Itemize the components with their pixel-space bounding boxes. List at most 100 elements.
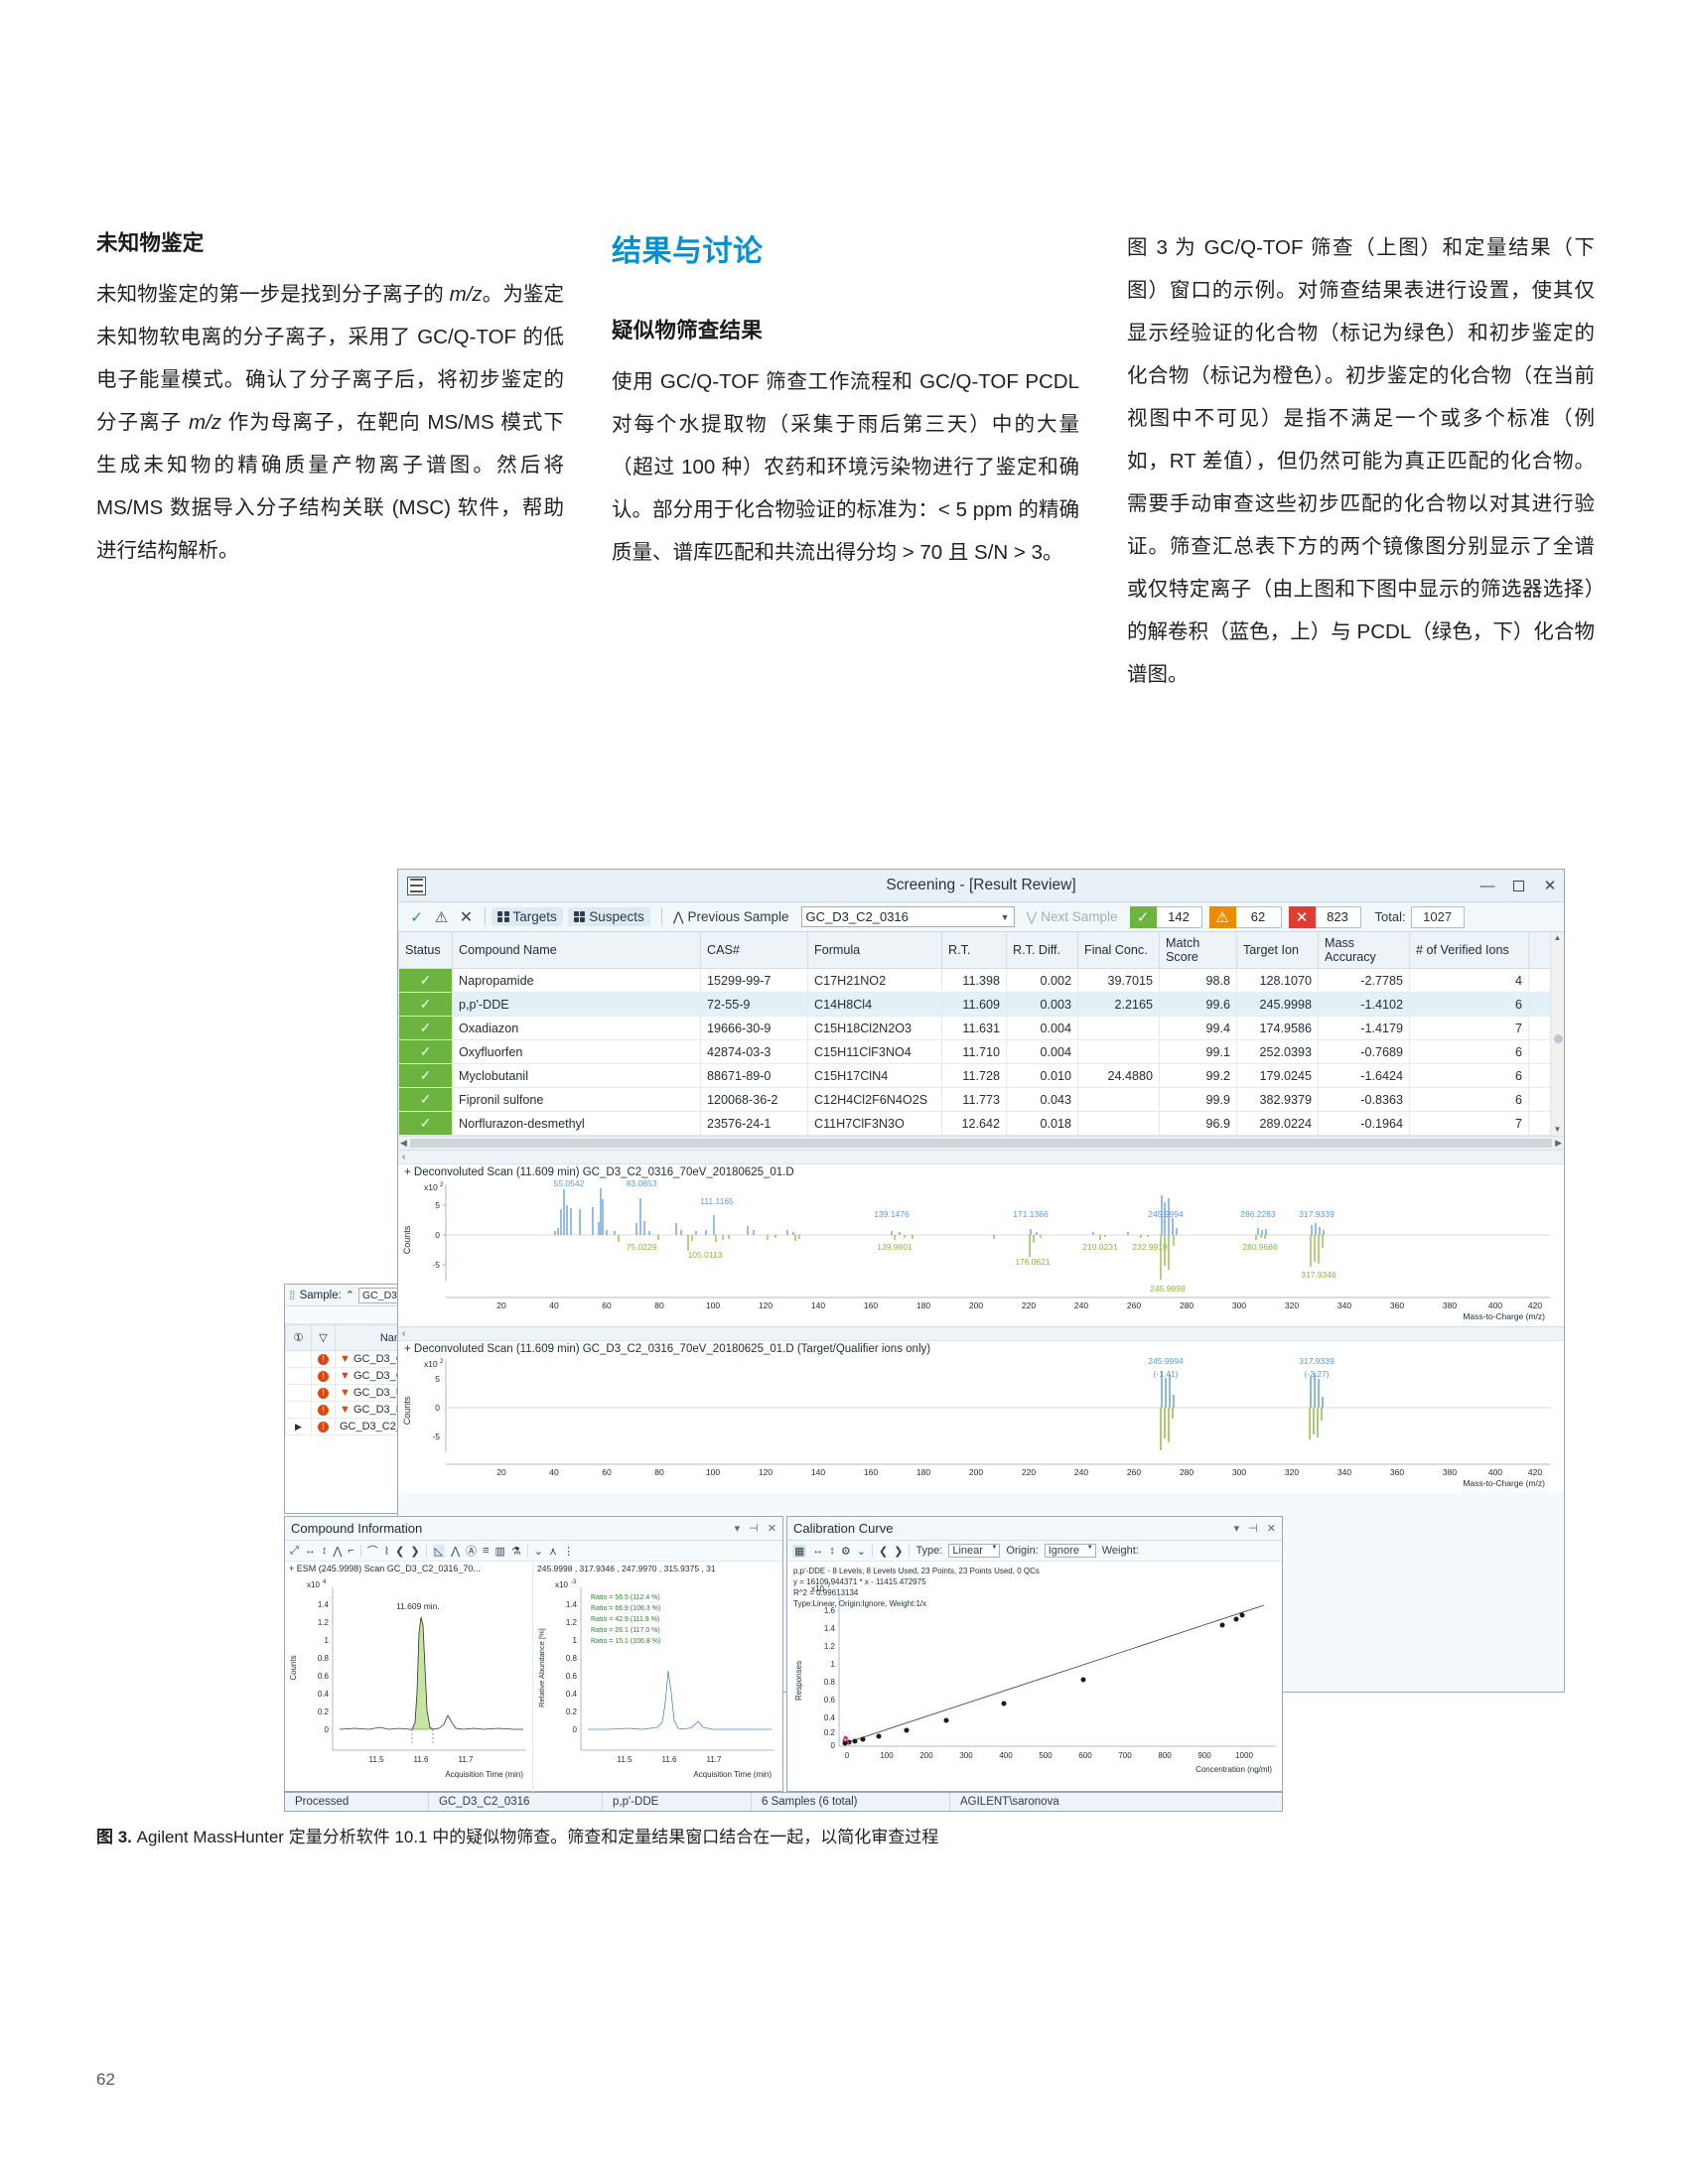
- next-compound-icon[interactable]: ❯: [410, 1545, 419, 1558]
- baseline-icon[interactable]: ⌐: [348, 1545, 353, 1557]
- compound-information-panel[interactable]: Compound Information ▾ ⊣ ✕ ⤢ ↔ ↕ ⋀ ⌐ ⌒ ⌇…: [284, 1516, 783, 1793]
- svg-text:139.1476: 139.1476: [874, 1209, 910, 1219]
- sample-row-selector[interactable]: [285, 1350, 312, 1368]
- pin-icon[interactable]: ⊣: [1248, 1522, 1258, 1535]
- peak-icon[interactable]: ⋀: [333, 1545, 342, 1558]
- settings-icon[interactable]: ⋮: [563, 1545, 574, 1558]
- bar-icon[interactable]: ▥: [495, 1545, 505, 1558]
- pan-horizontal-icon[interactable]: ↔: [812, 1545, 823, 1557]
- status-samples-count: 6 Samples (6 total): [752, 1793, 950, 1811]
- stack-icon[interactable]: ≡: [483, 1545, 489, 1557]
- warning-icon[interactable]: ⚠: [429, 905, 454, 928]
- sample-flag-col[interactable]: ▽: [311, 1324, 336, 1351]
- peak-label-icon[interactable]: ⋏: [549, 1545, 557, 1558]
- svg-text:Relative Abundance [%]: Relative Abundance [%]: [537, 1628, 546, 1707]
- table-row[interactable]: ✓ Myclobutanil 88671-89-0 C15H17ClN4 11.…: [398, 1063, 1564, 1088]
- table-hscrollbar[interactable]: ◀ ▶: [398, 1136, 1564, 1150]
- scroll-up-arrow-icon[interactable]: ▲: [1551, 932, 1564, 944]
- svg-text:700: 700: [1118, 1751, 1132, 1760]
- col-target-ion[interactable]: Target Ion: [1236, 932, 1319, 969]
- col-verified-ions[interactable]: # of Verified Ions: [1409, 932, 1529, 969]
- chevron-up-icon[interactable]: ⌃: [346, 1289, 354, 1301]
- prev-compound-icon[interactable]: ❮: [395, 1545, 404, 1558]
- col-mass-accuracy[interactable]: Mass Accuracy: [1318, 932, 1410, 969]
- gear-icon[interactable]: ⚙: [841, 1545, 851, 1558]
- table-row[interactable]: ✓ Fipronil sulfone 120068-36-2 C12H4Cl2F…: [398, 1087, 1564, 1112]
- col-rt[interactable]: R.T.: [941, 932, 1007, 969]
- svg-text:180: 180: [916, 1300, 930, 1310]
- pan-vertical-icon[interactable]: ↕: [322, 1545, 328, 1557]
- col-cas[interactable]: CAS#: [700, 932, 808, 969]
- table-row[interactable]: ✓ Oxyfluorfen 42874-03-3 C15H11ClF3NO4 1…: [398, 1039, 1564, 1064]
- cross-icon[interactable]: ✕: [454, 905, 479, 928]
- svg-text:180: 180: [916, 1467, 930, 1477]
- verified-count[interactable]: ✓ 142: [1129, 905, 1202, 928]
- spectrum-panel-collapse-bar-2[interactable]: ‹: [398, 1327, 1564, 1341]
- hscroll-thumb[interactable]: [409, 1139, 1553, 1148]
- table-row[interactable]: ✓ Napropamide 15299-99-7 C17H21NO2 11.39…: [398, 968, 1564, 993]
- col-status[interactable]: Status: [398, 932, 453, 969]
- table-row[interactable]: ✓ Oxadiazon 19666-30-9 C15H18Cl2N2O3 11.…: [398, 1016, 1564, 1040]
- pin-icon[interactable]: ⊣: [749, 1522, 759, 1535]
- close-icon[interactable]: ✕: [768, 1522, 776, 1535]
- close-button[interactable]: ✕: [1542, 877, 1558, 894]
- origin-select[interactable]: Ignore ▼: [1044, 1544, 1096, 1558]
- ratio-icon[interactable]: Ⓐ: [466, 1543, 477, 1559]
- next-level-icon[interactable]: ❯: [894, 1545, 903, 1558]
- svg-text:0.4: 0.4: [566, 1690, 578, 1699]
- prev-level-icon[interactable]: ❮: [879, 1545, 888, 1558]
- sample-row-selector[interactable]: [285, 1401, 312, 1419]
- scroll-down-arrow-icon[interactable]: ▼: [1551, 1124, 1564, 1136]
- type-select[interactable]: Linear ▼: [948, 1544, 1001, 1558]
- calibration-curve-panel[interactable]: Calibration Curve ▾ ⊣ ✕ ▦ ↔ ↕ ⚙ ⌄ ❮ ❯ Ty…: [786, 1516, 1283, 1792]
- chevron-down-icon[interactable]: ⌄: [857, 1545, 866, 1558]
- col-final-conc[interactable]: Final Conc.: [1077, 932, 1160, 969]
- row-formula: C15H18Cl2N2O3: [807, 1016, 942, 1040]
- table-row[interactable]: ✓ p,p'-DDE 72-55-9 C14H8Cl4 11.609 0.003…: [398, 992, 1564, 1017]
- spectrum-icon[interactable]: ⋀: [451, 1545, 460, 1558]
- integrate-icon[interactable]: ⌒: [367, 1543, 378, 1559]
- table-row[interactable]: ✓ Norflurazon-desmethyl 23576-24-1 C11H7…: [398, 1111, 1564, 1136]
- sample-row-selector[interactable]: [285, 1367, 312, 1385]
- dropdown-icon[interactable]: ▾: [1234, 1522, 1240, 1535]
- sample-row-selector[interactable]: [285, 1384, 312, 1402]
- row-rtdiff: 0.002: [1006, 968, 1078, 993]
- verified-count-value: 142: [1156, 905, 1202, 928]
- row-rt: 12.642: [941, 1111, 1007, 1136]
- col-compound-name[interactable]: Compound Name: [452, 932, 701, 969]
- sample-info-col[interactable]: ①: [285, 1324, 312, 1351]
- zoom-fit-icon[interactable]: ⤢: [290, 1545, 299, 1558]
- manual-integrate-icon[interactable]: ⌇: [384, 1545, 389, 1558]
- scroll-thumb[interactable]: [1554, 1033, 1563, 1043]
- close-icon[interactable]: ✕: [1267, 1522, 1276, 1535]
- scroll-right-arrow-icon[interactable]: ▶: [1555, 1138, 1562, 1149]
- check-icon[interactable]: ✓: [404, 905, 429, 928]
- scroll-left-arrow-icon[interactable]: ◀: [400, 1138, 407, 1149]
- suspects-button[interactable]: Suspects: [567, 907, 650, 926]
- pan-horizontal-icon[interactable]: ↔: [305, 1545, 316, 1557]
- table-vscrollbar[interactable]: ▲ ▼: [1550, 932, 1564, 1136]
- zoom-out-icon[interactable]: ⌄: [534, 1545, 543, 1558]
- col-formula[interactable]: Formula: [807, 932, 942, 969]
- ms-icon[interactable]: ⚗: [511, 1545, 521, 1558]
- minimize-button[interactable]: —: [1479, 878, 1495, 894]
- overlay-icon[interactable]: ◺: [432, 1544, 446, 1558]
- row-formula: C12H4Cl2F6N4O2S: [807, 1087, 942, 1112]
- chart-icon[interactable]: ▦: [792, 1544, 807, 1558]
- pan-vertical-icon[interactable]: ↕: [829, 1545, 835, 1557]
- maximize-button[interactable]: [1513, 880, 1524, 891]
- chevron-down-icon: ▼: [1086, 1545, 1093, 1551]
- tentative-count[interactable]: ⚠ 62: [1208, 905, 1282, 928]
- previous-sample-button[interactable]: ⋀ Previous Sample: [668, 909, 794, 925]
- svg-text:245.9998: 245.9998: [1150, 1284, 1186, 1294]
- targets-button[interactable]: Targets: [492, 907, 563, 926]
- sample-row-selector[interactable]: ▶: [285, 1418, 312, 1435]
- sample-combobox[interactable]: GC_D3_C2_0316 ▼: [800, 906, 1015, 927]
- rejected-count[interactable]: ✕ 823: [1288, 905, 1361, 928]
- col-match-score[interactable]: Match Score: [1159, 932, 1237, 969]
- col-rt-diff[interactable]: R.T. Diff.: [1006, 932, 1078, 969]
- dropdown-icon[interactable]: ▾: [735, 1522, 741, 1535]
- spectrum-panel-collapse-bar[interactable]: ‹: [398, 1151, 1564, 1164]
- svg-text:1.2: 1.2: [566, 1618, 578, 1627]
- next-sample-button[interactable]: ⋁ Next Sample: [1022, 909, 1123, 925]
